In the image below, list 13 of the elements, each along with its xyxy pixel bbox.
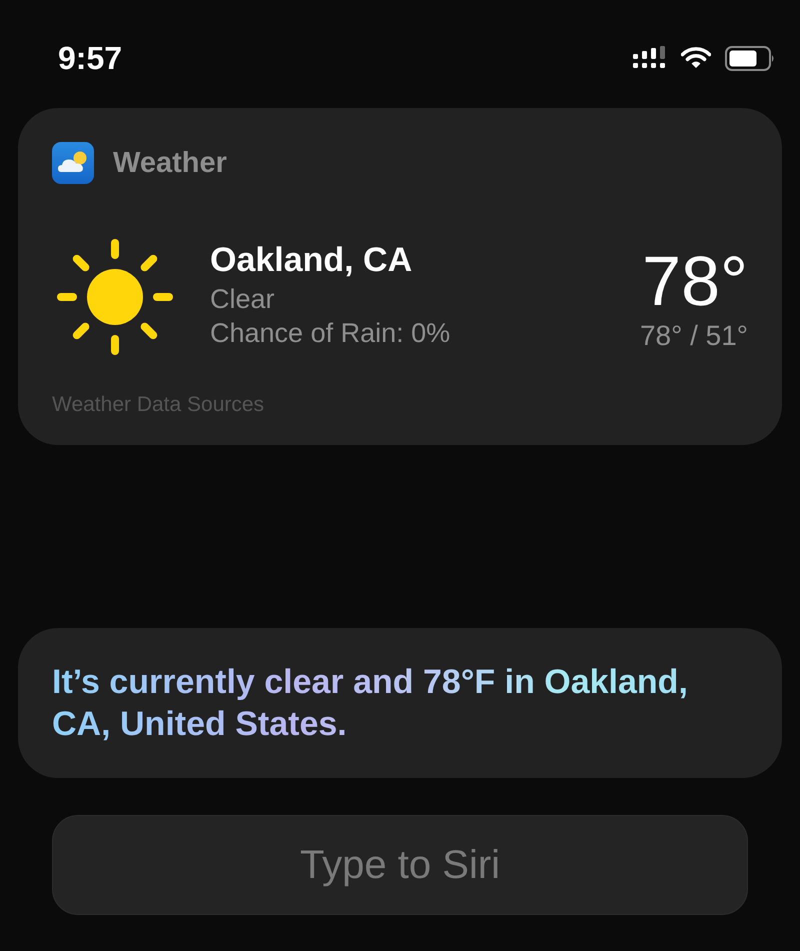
weather-app-icon (52, 142, 94, 184)
high-low-temperature: 78° / 51° (640, 320, 748, 352)
signal-icon (633, 46, 667, 70)
condition-text: Clear (210, 283, 276, 316)
type-to-siri-field[interactable]: Type to Siri (52, 815, 748, 915)
wifi-icon (681, 47, 711, 69)
city-name: Oakland, CA (210, 240, 414, 281)
app-name: Weather (113, 146, 227, 180)
sun-icon (56, 238, 174, 356)
rain-chance-text: Chance of Rain: 0% (210, 317, 450, 350)
battery-icon (725, 46, 775, 70)
current-temperature: 78° (642, 242, 748, 320)
status-time: 9:57 (58, 40, 122, 76)
